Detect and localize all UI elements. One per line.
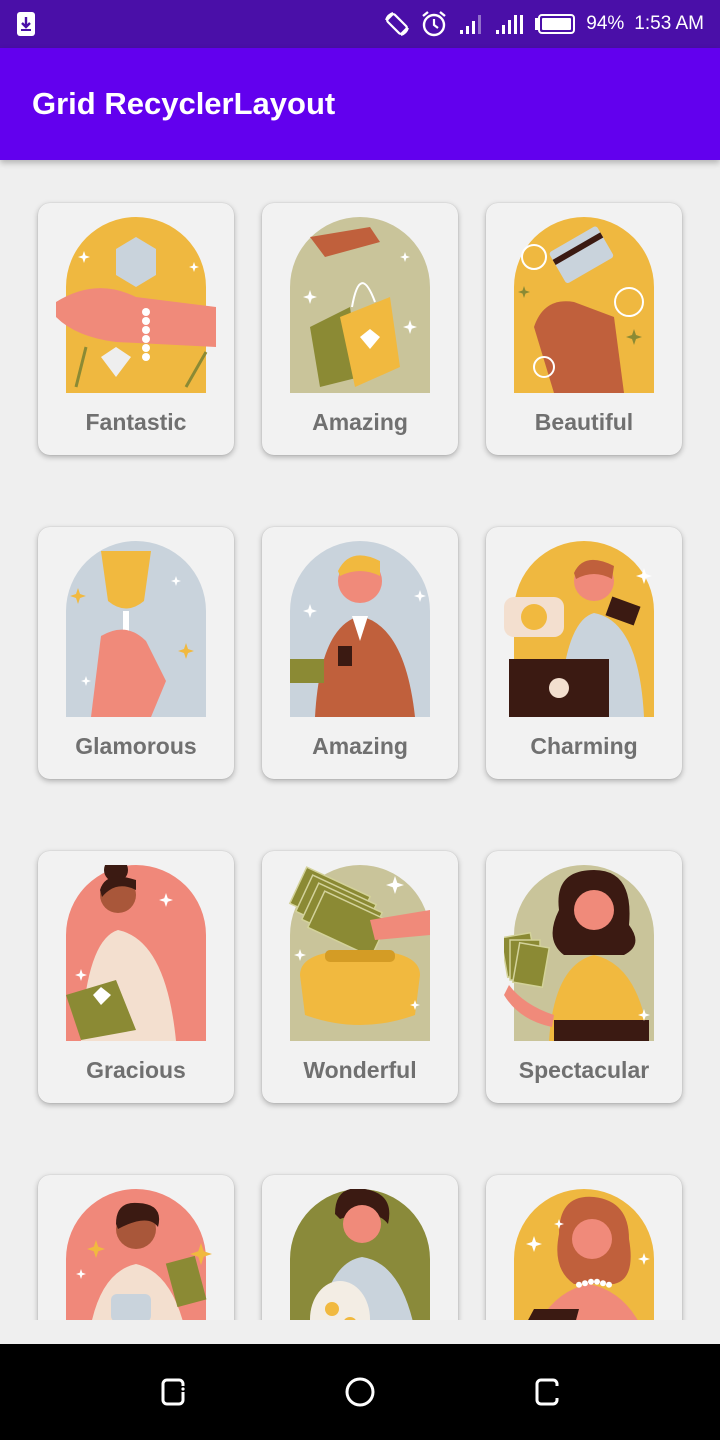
card-label: Wonderful bbox=[303, 1057, 417, 1083]
back-icon bbox=[535, 1378, 559, 1406]
clock: 1:53 AM bbox=[634, 13, 704, 34]
purse-with-money-illustration bbox=[288, 865, 430, 1041]
woman-with-shopping-bag-illustration bbox=[66, 865, 206, 1041]
hand-holding-shopping-bag-illustration bbox=[290, 217, 430, 393]
man-with-laptop-and-card-illustration bbox=[504, 541, 654, 717]
grid-card[interactable]: Amazing bbox=[262, 527, 458, 779]
app-title: Grid RecyclerLayout bbox=[32, 86, 336, 121]
recent-apps-icon bbox=[161, 1378, 185, 1406]
hand-holding-credit-card-illustration bbox=[514, 217, 654, 393]
grid-card[interactable]: Charming bbox=[486, 527, 682, 779]
signal-sim1-icon bbox=[458, 12, 484, 36]
status-bar: 94% 1:53 AM bbox=[0, 0, 720, 48]
navigation-bar bbox=[0, 1344, 720, 1440]
home-icon bbox=[345, 1377, 375, 1407]
woman-with-pearl-necklace-illustration bbox=[514, 1189, 654, 1320]
download-notification-icon bbox=[16, 11, 36, 37]
card-label: Gracious bbox=[86, 1057, 186, 1083]
grid-card[interactable]: Glamorous bbox=[38, 527, 234, 779]
card-label: Amazing bbox=[312, 733, 408, 759]
man-holding-cash-illustration bbox=[66, 1189, 212, 1320]
man-with-wallet-illustration bbox=[290, 541, 430, 717]
card-label: Fantastic bbox=[85, 409, 187, 435]
recycler-view[interactable]: Fantastic Amazing Beautiful Glamorous Amazin… bbox=[0, 160, 720, 1320]
auto-rotate-icon bbox=[384, 11, 410, 37]
woman-holding-cash-illustration bbox=[504, 865, 654, 1041]
grid-card[interactable] bbox=[38, 1175, 234, 1320]
grid-card[interactable] bbox=[262, 1175, 458, 1320]
card-grid: Fantastic Amazing Beautiful Glamorous Amazin… bbox=[38, 203, 682, 1320]
hand-with-diamond-illustration bbox=[56, 217, 216, 393]
card-label: Amazing bbox=[312, 409, 408, 435]
grid-card[interactable] bbox=[486, 1175, 682, 1320]
hand-holding-glass-illustration bbox=[66, 541, 206, 717]
woman-with-coin-jar-illustration bbox=[290, 1189, 430, 1320]
grid-card[interactable]: Gracious bbox=[38, 851, 234, 1103]
card-label: Charming bbox=[530, 733, 638, 759]
grid-card[interactable]: Wonderful bbox=[262, 851, 458, 1103]
home-button[interactable] bbox=[330, 1362, 390, 1422]
signal-sim2-icon bbox=[494, 12, 524, 36]
card-label: Glamorous bbox=[75, 733, 197, 759]
recent-apps-button[interactable] bbox=[143, 1362, 203, 1422]
grid-card[interactable]: Beautiful bbox=[486, 203, 682, 455]
grid-card[interactable]: Fantastic bbox=[38, 203, 234, 455]
app-bar: Grid RecyclerLayout bbox=[0, 48, 720, 160]
grid-card[interactable]: Amazing bbox=[262, 203, 458, 455]
grid-card[interactable]: Spectacular bbox=[486, 851, 682, 1103]
alarm-icon bbox=[420, 10, 448, 38]
card-label: Spectacular bbox=[518, 1057, 650, 1083]
back-button[interactable] bbox=[517, 1362, 577, 1422]
card-label: Beautiful bbox=[534, 409, 634, 435]
battery-percent: 94% bbox=[586, 13, 625, 34]
battery-icon bbox=[534, 13, 576, 35]
